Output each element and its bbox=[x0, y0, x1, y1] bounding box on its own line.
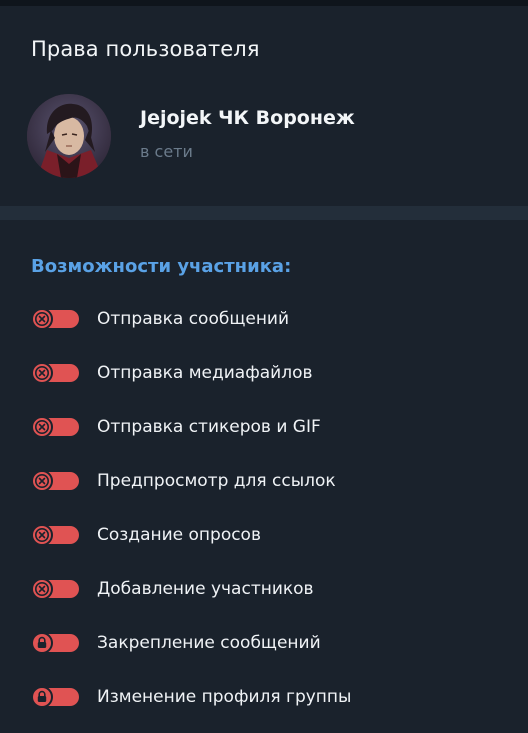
send-stickers-toggle[interactable] bbox=[31, 416, 79, 438]
toggle-knob bbox=[31, 308, 53, 330]
cross-icon bbox=[35, 366, 49, 380]
cross-icon bbox=[35, 312, 49, 326]
permission-row-link-previews[interactable]: Предпросмотр для ссылок bbox=[0, 461, 528, 501]
link-previews-toggle[interactable] bbox=[31, 470, 79, 492]
permission-row-send-media[interactable]: Отправка медиафайлов bbox=[0, 353, 528, 393]
avatar[interactable] bbox=[27, 94, 111, 178]
cross-icon bbox=[35, 528, 49, 542]
permission-label: Отправка медиафайлов bbox=[97, 363, 313, 383]
permission-row-edit-group-profile[interactable]: Изменение профиля группы bbox=[0, 677, 528, 717]
send-media-toggle[interactable] bbox=[31, 362, 79, 384]
cross-icon bbox=[35, 420, 49, 434]
permission-label: Отправка сообщений bbox=[97, 309, 290, 329]
toggle-knob bbox=[31, 524, 53, 546]
permission-label: Закрепление сообщений bbox=[97, 633, 321, 653]
permission-label: Создание опросов bbox=[97, 525, 261, 545]
toggle-knob bbox=[31, 470, 53, 492]
toggle-knob bbox=[31, 416, 53, 438]
toggle-knob bbox=[31, 362, 53, 384]
permission-row-add-members[interactable]: Добавление участников bbox=[0, 569, 528, 609]
permissions-section: Возможности участника: Отправка сообщени… bbox=[0, 220, 528, 733]
toggle-knob bbox=[31, 632, 53, 654]
section-divider bbox=[0, 206, 528, 220]
permission-row-pin-messages[interactable]: Закрепление сообщений bbox=[0, 623, 528, 663]
permission-row-send-messages[interactable]: Отправка сообщений bbox=[0, 299, 528, 339]
permission-label: Изменение профиля группы bbox=[97, 687, 352, 707]
lock-icon bbox=[37, 690, 47, 702]
user-status: в сети bbox=[140, 142, 193, 161]
permission-label: Добавление участников bbox=[97, 579, 314, 599]
permission-row-send-stickers[interactable]: Отправка стикеров и GIF bbox=[0, 407, 528, 447]
page-title: Права пользователя bbox=[31, 37, 260, 61]
permission-row-create-polls[interactable]: Создание опросов bbox=[0, 515, 528, 555]
cross-icon bbox=[35, 474, 49, 488]
permission-label: Предпросмотр для ссылок bbox=[97, 471, 336, 491]
send-messages-toggle[interactable] bbox=[31, 308, 79, 330]
create-polls-toggle[interactable] bbox=[31, 524, 79, 546]
add-members-toggle[interactable] bbox=[31, 578, 79, 600]
toggle-knob bbox=[31, 686, 53, 708]
pin-messages-toggle[interactable] bbox=[31, 632, 79, 654]
section-title: Возможности участника: bbox=[31, 256, 292, 277]
edit-group-profile-toggle[interactable] bbox=[31, 686, 79, 708]
user-header: Права пользователя Jejojek ЧК Воронеж в … bbox=[0, 6, 528, 206]
cross-icon bbox=[35, 582, 49, 596]
lock-icon bbox=[37, 636, 47, 648]
toggle-knob bbox=[31, 578, 53, 600]
permission-label: Отправка стикеров и GIF bbox=[97, 417, 321, 437]
user-name: Jejojek ЧК Воронеж bbox=[140, 107, 355, 129]
